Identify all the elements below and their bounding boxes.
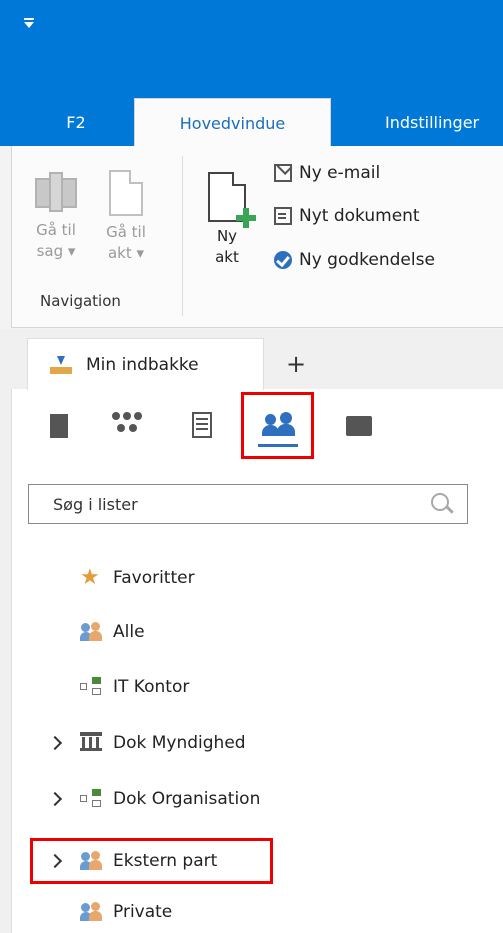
go-to-document-label-1: Gå til [106,223,146,241]
inbox-tab-label: Min indbakke [86,354,199,375]
people-icon [80,621,102,641]
new-email-label: Ny e-mail [299,163,381,183]
list-item-label: Private [113,902,173,922]
approval-check-icon [274,251,292,269]
inbox-icon [50,355,72,374]
folders-view-icon[interactable] [346,408,378,444]
list-item-label: IT Kontor [113,677,190,697]
search-icon[interactable] [431,493,453,515]
list-item-label: Favoritter [113,568,195,588]
authority-building-icon [80,732,102,752]
tab-min-indbakke[interactable]: Min indbakke [27,338,264,390]
highlight-ekstern-part [30,838,273,884]
document-small-icon [274,207,292,225]
new-act-label-1: Ny [216,227,238,245]
new-approval-label: Ny godkendelse [299,250,435,270]
list-item-label: Dok Myndighed [113,733,246,753]
go-to-document-button[interactable]: Gå til akt ▾ [94,170,158,264]
new-act-label-2: akt [215,248,239,266]
new-document-icon [208,172,256,228]
ribbon-body: Gå til sag ▾ Gå til akt ▾ Navigation Ny … [11,146,503,328]
case-icon [31,170,81,214]
lists-view-icon[interactable] [192,408,214,444]
ribbon-tab-row: F2 Hovedvindue Indstillinger [0,98,503,148]
tab-f2[interactable]: F2 [46,98,106,146]
go-to-case-label-1: Gå til [36,221,76,239]
title-bar [0,0,503,98]
list-item-label: Dok Organisation [113,789,261,809]
quick-access-dropdown-icon[interactable] [24,18,34,28]
tab-hovedvindue[interactable]: Hovedvindue [134,98,331,148]
ribbon-separator [182,156,183,316]
documents-view-icon[interactable] [50,408,72,444]
go-to-case-label-2: sag ▾ [36,242,76,260]
org-unit-icon [80,788,102,808]
tab-indstillinger[interactable]: Indstillinger [385,98,503,146]
search-input[interactable] [51,485,431,523]
new-act-button[interactable]: Ny akt [196,172,258,268]
org-chart-view-icon[interactable] [112,408,144,444]
new-email-button[interactable]: Ny e-mail [274,160,380,186]
email-icon [274,164,292,182]
go-to-case-button[interactable]: Gå til sag ▾ [24,170,88,262]
go-to-document-label-2: akt ▾ [107,244,145,262]
document-icon [109,170,143,216]
highlight-participants-icon [241,392,314,459]
org-unit-icon [80,676,102,696]
new-document-button[interactable]: Nyt dokument [274,203,420,229]
list-item-label: Alle [113,622,145,642]
new-document-label: Nyt dokument [299,206,420,226]
add-tab-button[interactable]: + [286,350,306,378]
star-icon: ★ [80,565,100,590]
new-approval-button[interactable]: Ny godkendelse [274,247,435,273]
navigation-group-label: Navigation [40,292,121,310]
people-icon [80,901,102,921]
search-lists-box[interactable] [28,484,468,524]
